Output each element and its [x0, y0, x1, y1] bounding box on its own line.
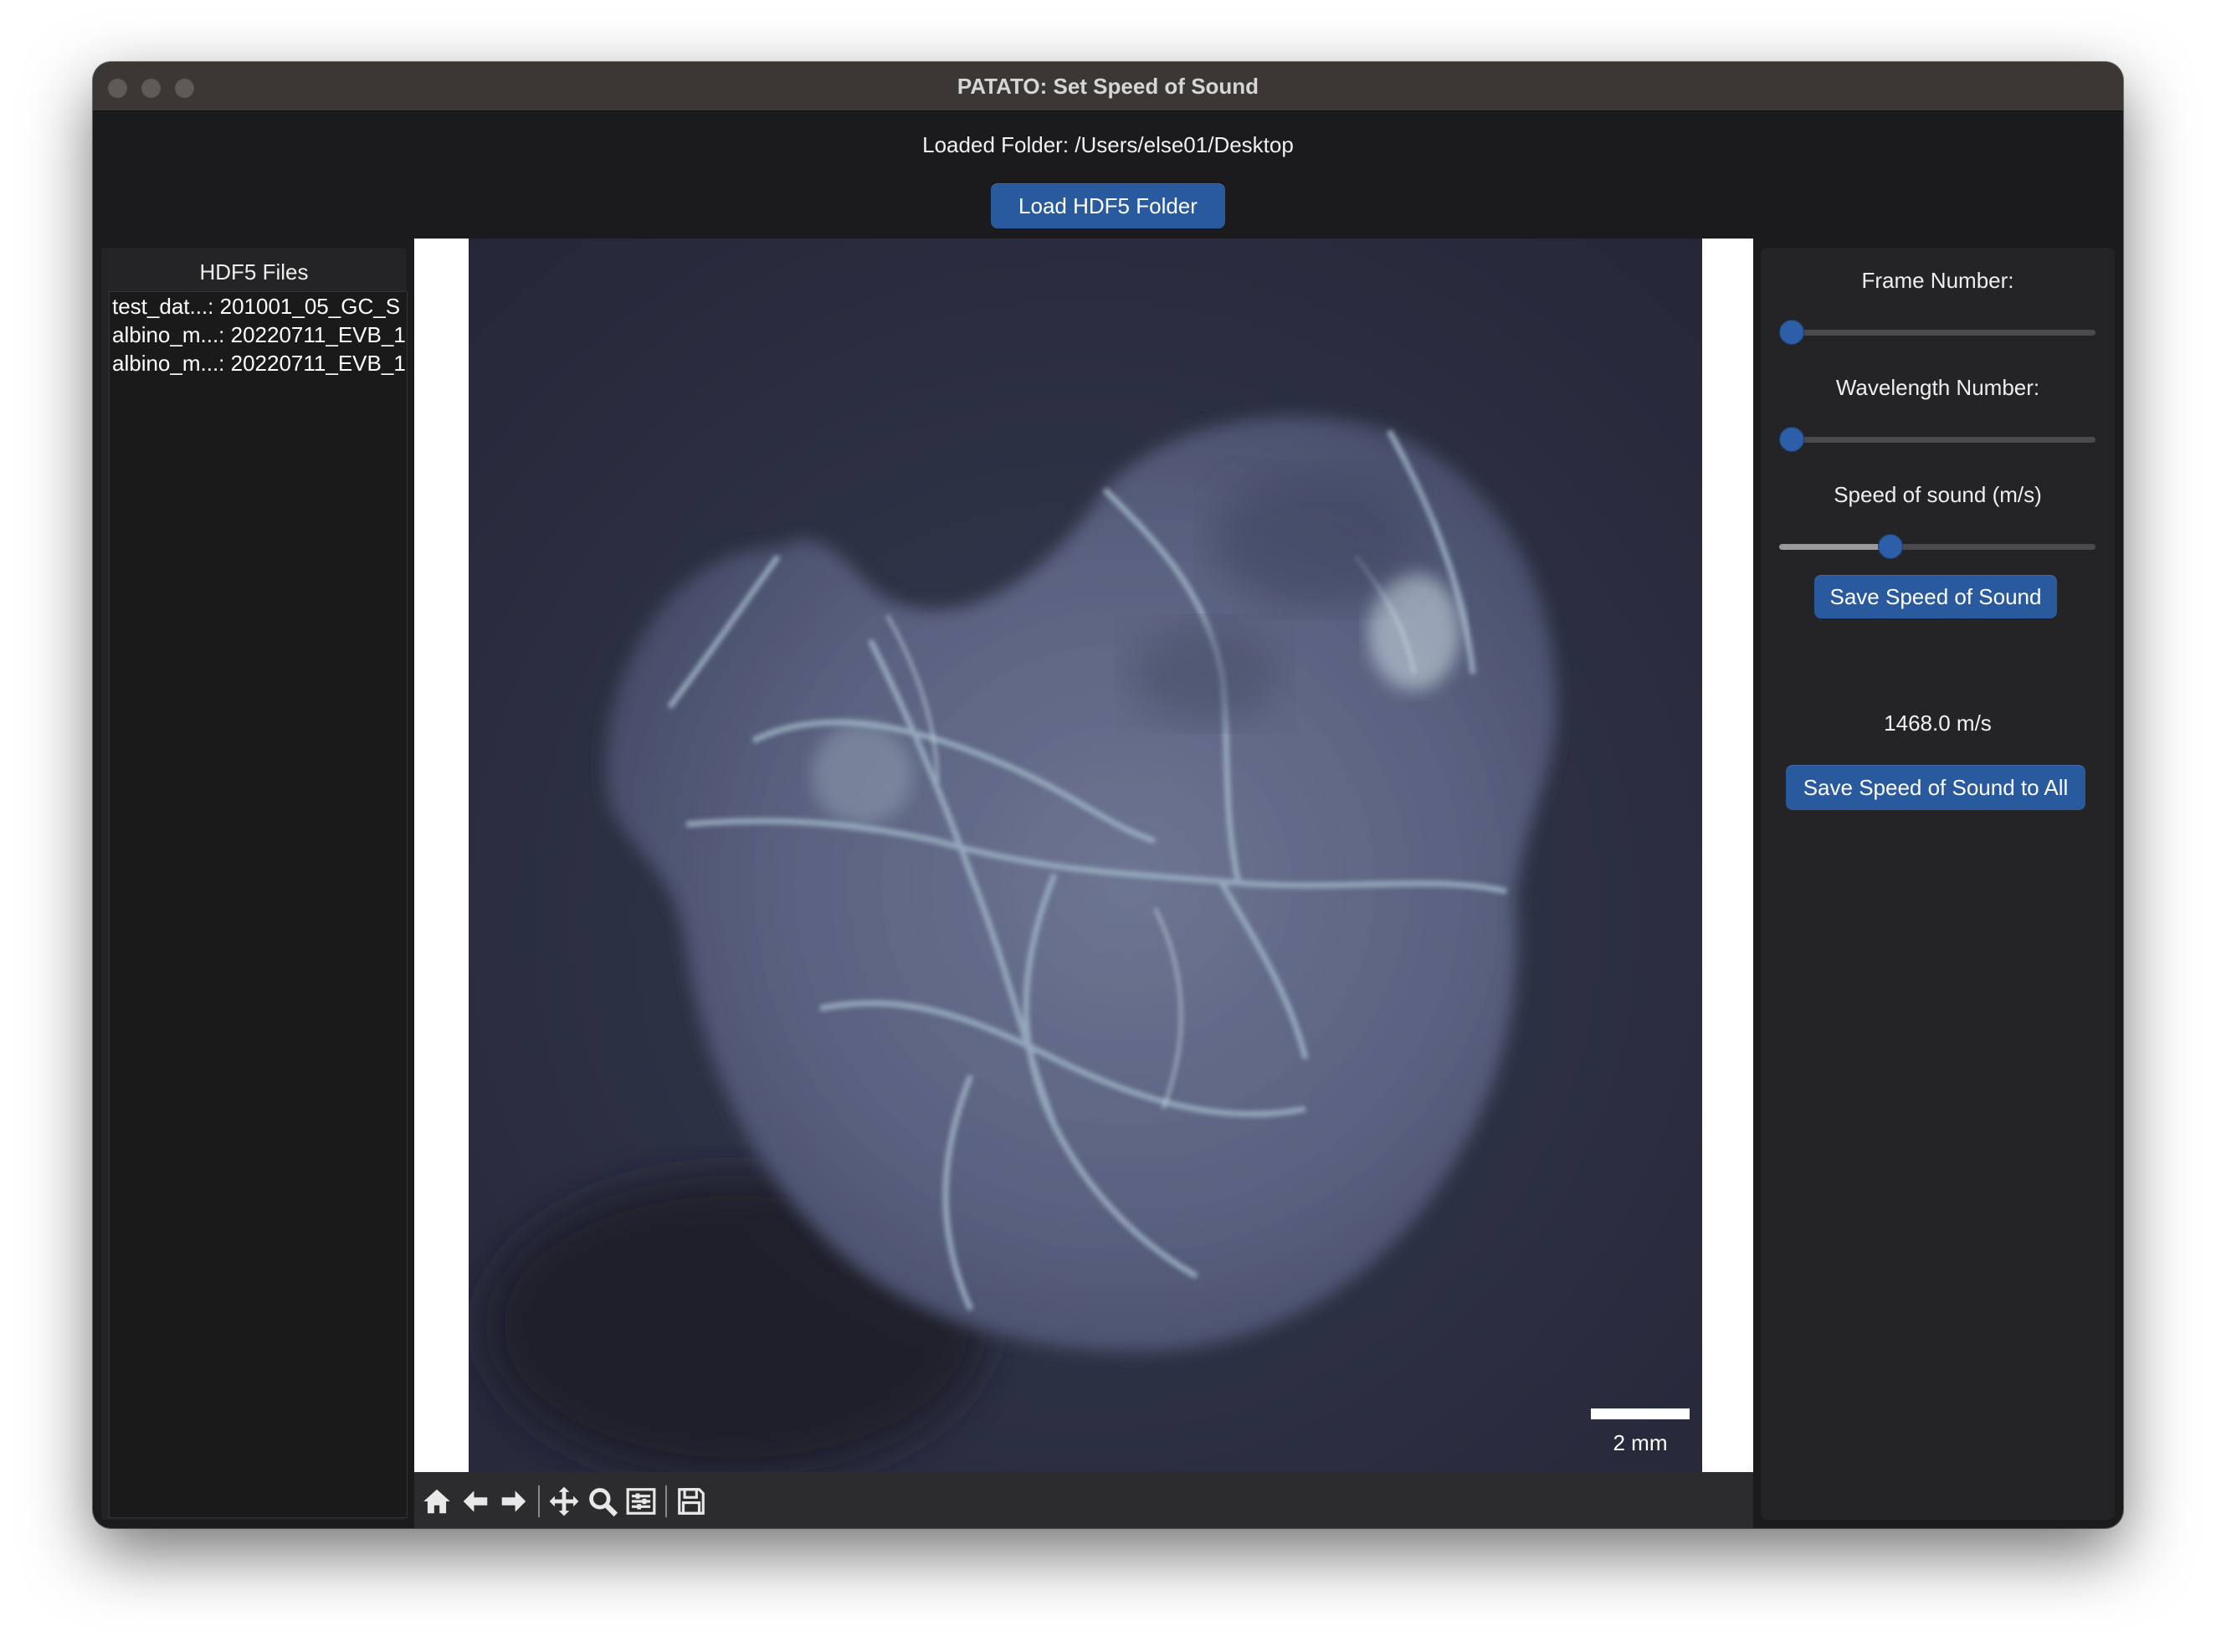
save-speed-of-sound-button[interactable]: Save Speed of Sound [1814, 575, 2057, 618]
app-window: PATATO: Set Speed of Sound Loaded Folder… [93, 62, 2123, 1528]
configure-subplots-icon[interactable] [625, 1485, 657, 1517]
hdf5-files-heading: HDF5 Files [199, 259, 309, 285]
save-speed-of-sound-to-all-button[interactable]: Save Speed of Sound to All [1786, 765, 2085, 810]
home-icon[interactable] [421, 1485, 453, 1517]
speed-of-sound-slider[interactable] [1779, 531, 2095, 562]
file-list-item[interactable]: test_dat...: 201001_05_GC_S [110, 292, 407, 321]
save-icon[interactable] [675, 1485, 707, 1517]
matplotlib-toolbar [414, 1472, 1753, 1528]
title-bar[interactable]: PATATO: Set Speed of Sound [93, 62, 2123, 111]
scale-bar [1591, 1408, 1690, 1419]
back-arrow-icon[interactable] [459, 1485, 491, 1517]
wavelength-slider-thumb[interactable] [1779, 427, 1804, 452]
frame-slider-thumb[interactable] [1779, 320, 1804, 345]
speed-slider-thumb[interactable] [1878, 534, 1904, 559]
controls-panel: Frame Number: Wavelength Number: Speed o… [1761, 248, 2115, 1520]
hdf5-files-panel: HDF5 Files test_dat...: 201001_05_GC_S a… [101, 248, 408, 1520]
speed-of-sound-readout: 1468.0 m/s [1884, 711, 1992, 736]
window-title: PATATO: Set Speed of Sound [957, 74, 1259, 99]
scale-bar-label: 2 mm [1613, 1430, 1668, 1455]
frame-number-slider[interactable] [1779, 317, 2095, 347]
figure-canvas[interactable]: 2 mm [414, 239, 1753, 1472]
file-list-item[interactable]: albino_m...: 20220711_EVB_1 [110, 321, 407, 349]
forward-arrow-icon[interactable] [498, 1485, 530, 1517]
photoacoustic-image: 2 mm [469, 239, 1702, 1472]
loaded-folder-label: Loaded Folder: /Users/else01/Desktop [922, 132, 1294, 157]
load-hdf5-folder-button[interactable]: Load HDF5 Folder [991, 183, 1225, 228]
wavelength-number-label: Wavelength Number: [1835, 375, 2040, 400]
hdf5-file-list[interactable]: test_dat...: 201001_05_GC_S albino_m...:… [109, 291, 408, 1518]
frame-number-label: Frame Number: [1861, 268, 2014, 293]
pan-icon[interactable] [548, 1485, 580, 1517]
wavelength-number-slider[interactable] [1779, 424, 2095, 454]
file-list-item[interactable]: albino_m...: 20220711_EVB_1 [110, 349, 407, 377]
zoom-icon[interactable] [587, 1485, 618, 1517]
reconstruction-image [469, 239, 1702, 1472]
speed-of-sound-label: Speed of sound (m/s) [1834, 482, 2042, 507]
